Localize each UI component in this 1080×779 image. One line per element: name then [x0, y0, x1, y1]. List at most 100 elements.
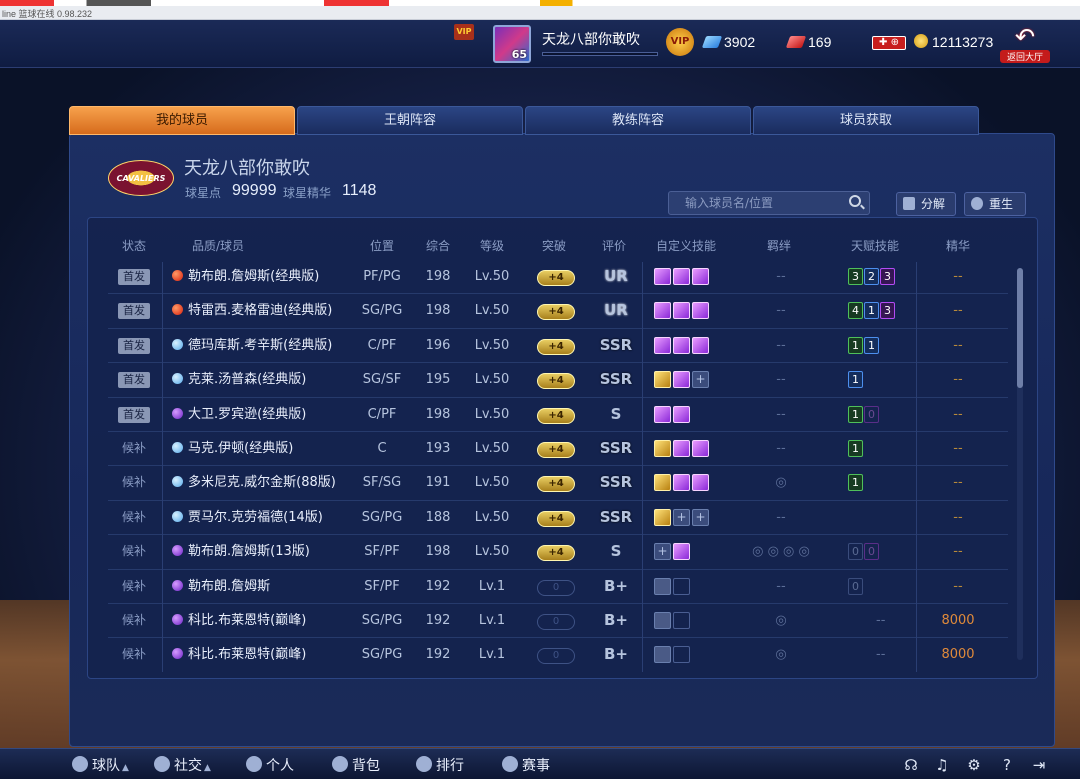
skill-icon[interactable] [673, 302, 690, 320]
table-row[interactable]: 候补 科比.布莱恩特(巅峰) SG/PG 192 Lv.1 0 B+ ◎ -- 8000 [106, 604, 1022, 637]
player-name-cell[interactable]: 克莱.汤普森(经典版) [172, 363, 362, 396]
empty-skill-slot[interactable] [673, 612, 690, 629]
lock-icon[interactable] [654, 646, 671, 664]
tab-my-players[interactable]: 我的球员 [69, 106, 295, 135]
table-scrollbar[interactable] [1017, 268, 1023, 660]
red-gem-counter[interactable]: 169 [785, 34, 831, 50]
skill-icon[interactable] [692, 336, 709, 354]
breakthrough-cell: +4 [528, 329, 584, 362]
nav-profile[interactable]: 个人 [246, 755, 294, 775]
skill-gold-icon[interactable] [654, 508, 671, 526]
nav-team[interactable]: 球队 ▲ [72, 755, 129, 775]
tab-coach-lineup[interactable]: 教练阵容 [525, 106, 751, 135]
table-row[interactable]: 候补 勒布朗.詹姆斯(13版) SF/PF 198 Lv.50 +4 S + ◎ ◎ ◎ ◎ 0 0… [106, 535, 1022, 568]
player-name-cell[interactable]: 科比.布莱恩特(巅峰) [172, 638, 362, 671]
skill-icon[interactable] [654, 336, 671, 354]
skill-icon[interactable] [692, 268, 709, 285]
table-row[interactable]: 候补 贾马尔.克劳福德(14版) SG/PG 188 Lv.50 +4 SSR + + -- -- [106, 501, 1022, 534]
table-row[interactable]: 首发 克莱.汤普森(经典版) SG/SF 195 Lv.50 +4 SSR + -- 1 -- [106, 363, 1022, 396]
status-badge: 首发 [118, 372, 150, 389]
table-row[interactable]: 候补 多米尼克.威尔金斯(88版) SF/SG 191 Lv.50 +4 SSR ◎ 1 -- [106, 466, 1022, 499]
player-name-cell[interactable]: 科比.布莱恩特(巅峰) [172, 604, 362, 637]
vip-crown-icon[interactable]: VIP [454, 24, 474, 40]
nav-bag[interactable]: 背包 [332, 755, 380, 775]
custom-skills: + [654, 535, 744, 568]
exit-icon[interactable]: ⇥ [1030, 756, 1048, 774]
skill-gold-icon[interactable] [654, 474, 671, 492]
empty-skill-slot[interactable] [673, 646, 690, 664]
tab-dynasty-lineup[interactable]: 王朝阵容 [297, 106, 523, 135]
level: Lv.1 [478, 578, 506, 594]
grade: UR [604, 301, 628, 320]
search-input[interactable] [669, 192, 844, 214]
music-icon[interactable]: ♫ [933, 756, 951, 774]
player-name-cell[interactable]: 勒布朗.詹姆斯(经典版) [172, 260, 362, 293]
player-name-cell[interactable]: 贾马尔.克劳福德(14版) [172, 501, 362, 534]
nav-events[interactable]: 赛事 [502, 755, 550, 775]
table-row[interactable]: 首发 大卫.罗宾逊(经典版) C/PF 198 Lv.50 +4 S -- 1 0 -- [106, 398, 1022, 431]
skill-icon[interactable] [654, 302, 671, 320]
player-name: 马克.伊顿(经典版) [188, 441, 294, 456]
status-cell: 首发 [112, 329, 156, 362]
level: Lv.50 [474, 544, 510, 560]
decompose-button[interactable]: 分解 [896, 192, 956, 216]
player-name-cell[interactable]: 特雷西.麦格雷迪(经典版) [172, 294, 362, 327]
table-row[interactable]: 首发 勒布朗.詹姆斯(经典版) PF/PG 198 Lv.50 +4 UR -- 3 2 3 -- [106, 260, 1022, 293]
nav-social[interactable]: 社交 ▲ [154, 755, 211, 775]
table-row[interactable]: 首发 德玛库斯.考辛斯(经典版) C/PF 196 Lv.50 +4 SSR -- 1 1 -- [106, 329, 1022, 362]
help-icon[interactable]: ? [998, 756, 1016, 774]
tab-player-acquire[interactable]: 球员获取 [753, 106, 979, 135]
skill-icon[interactable] [673, 440, 690, 457]
player-name: 科比.布莱恩特(巅峰) [188, 647, 307, 663]
skill-gold-icon[interactable] [654, 371, 671, 389]
skill-icon[interactable] [692, 302, 709, 320]
skill-icon[interactable] [654, 405, 671, 423]
gear-icon[interactable]: ⚙ [965, 756, 983, 774]
essence: 8000 [941, 613, 975, 628]
search-icon[interactable] [849, 195, 861, 207]
skill-icon[interactable] [673, 268, 690, 285]
vip-badge-icon[interactable]: VIP [666, 28, 694, 56]
headset-icon[interactable]: ☊ [902, 756, 920, 774]
blue-gem-counter[interactable]: 3902 [701, 34, 755, 50]
player-name-cell[interactable]: 勒布朗.詹姆斯 [172, 570, 362, 603]
recharge-button[interactable]: ✚ ⊕ [872, 36, 906, 50]
add-skill-icon[interactable]: + [654, 543, 671, 561]
grade: B+ [603, 645, 628, 664]
skill-icon[interactable] [673, 371, 690, 389]
add-skill-icon[interactable]: + [692, 371, 709, 389]
skill-icon[interactable] [673, 405, 690, 423]
table-row[interactable]: 首发 特雷西.麦格雷迪(经典版) SG/PG 198 Lv.50 +4 UR -- 4 1 3 -- [106, 294, 1022, 327]
player-name-cell[interactable]: 德玛库斯.考辛斯(经典版) [172, 329, 362, 362]
add-skill-icon[interactable]: + [692, 508, 709, 526]
avatar[interactable]: 65 [493, 25, 531, 63]
col-status: 状态 [121, 239, 146, 253]
player-name-cell[interactable]: 勒布朗.詹姆斯(13版) [172, 535, 362, 568]
player-name-cell[interactable]: 马克.伊顿(经典版) [172, 432, 362, 465]
lock-icon[interactable] [654, 577, 671, 595]
add-skill-icon[interactable]: + [673, 508, 690, 526]
back-to-lobby-button[interactable]: ↶ 返回大厅 [1000, 24, 1050, 64]
skill-icon[interactable] [654, 268, 671, 285]
quality-dot-icon [172, 304, 183, 316]
nav-ranking[interactable]: 排行 [416, 755, 464, 775]
table-row[interactable]: 候补 科比.布莱恩特(巅峰) SG/PG 192 Lv.1 0 B+ ◎ -- 8000 [106, 638, 1022, 671]
skill-icon[interactable] [673, 336, 690, 354]
reborn-button[interactable]: 重生 [964, 192, 1026, 216]
player-name-cell[interactable]: 大卫.罗宾逊(经典版) [172, 398, 362, 431]
empty-skill-slot[interactable] [673, 577, 690, 595]
skill-icon[interactable] [692, 474, 709, 492]
coin-counter[interactable]: 12113273 [914, 34, 993, 50]
skill-gold-icon[interactable] [654, 440, 671, 457]
scrollbar-thumb[interactable] [1017, 268, 1023, 388]
skill-icon[interactable] [692, 440, 709, 457]
skill-icon[interactable] [673, 474, 690, 492]
essence: -- [953, 475, 963, 491]
status-cell: 候补 [112, 432, 156, 465]
table-row[interactable]: 候补 勒布朗.詹姆斯 SF/PF 192 Lv.1 0 B+ -- 0 -- [106, 570, 1022, 603]
lock-icon[interactable] [654, 612, 671, 629]
table-row[interactable]: 候补 马克.伊顿(经典版) C 193 Lv.50 +4 SSR -- 1 -- [106, 432, 1022, 465]
bond: ◎ ◎ ◎ ◎ [752, 544, 810, 560]
player-name-cell[interactable]: 多米尼克.威尔金斯(88版) [172, 466, 362, 499]
skill-icon[interactable] [673, 543, 690, 561]
